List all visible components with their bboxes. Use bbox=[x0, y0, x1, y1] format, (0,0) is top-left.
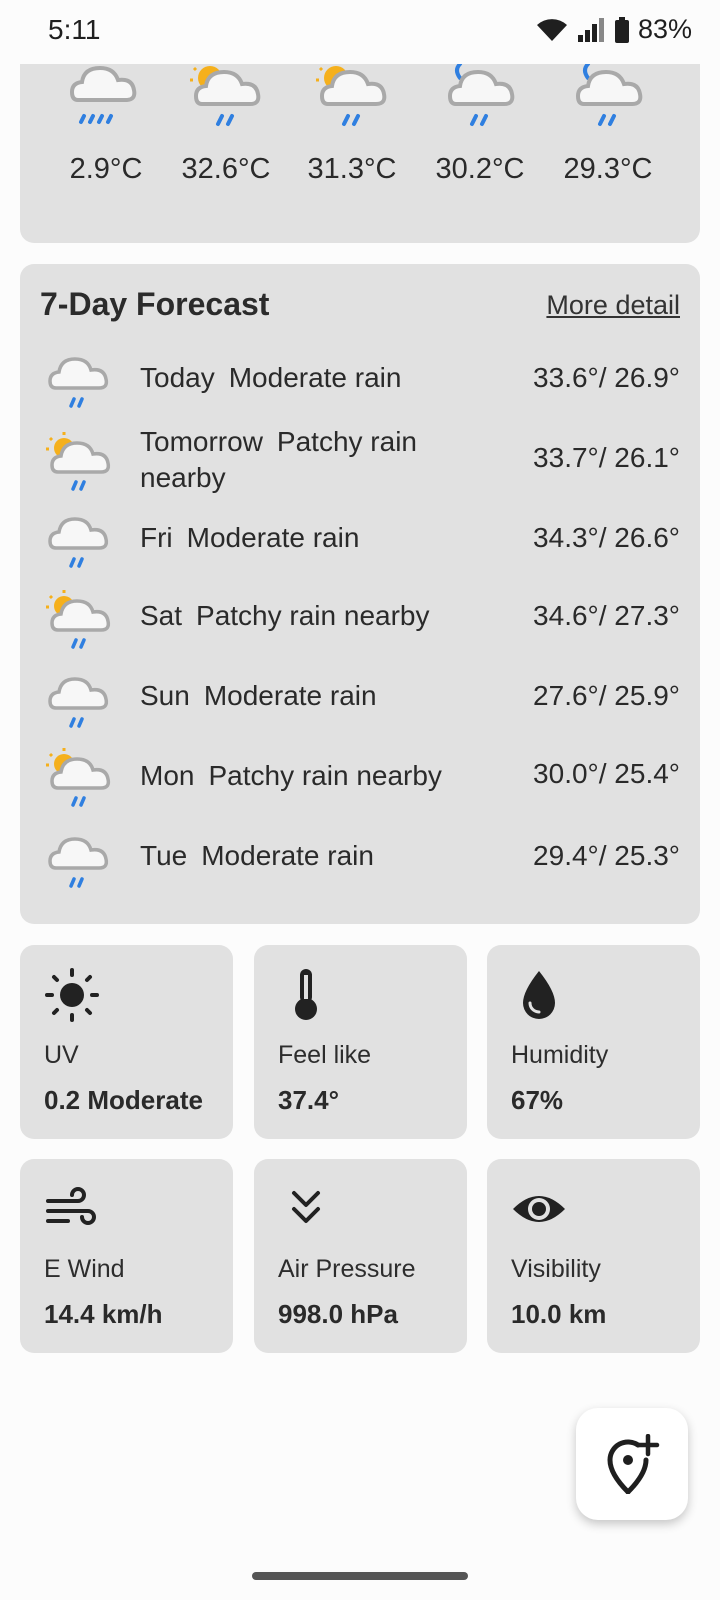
cloud-rain-icon bbox=[48, 517, 109, 568]
hourly-temp: 2.9°C bbox=[69, 153, 143, 185]
seven-day-forecast-card: 7-Day Forecast More detail Today Moderate… bbox=[20, 264, 700, 924]
uv-tile[interactable]: UV 0.2 Moderate bbox=[20, 945, 233, 1139]
forecast-label: Tomorrow Patchy rain nearby bbox=[140, 424, 470, 496]
wind-value: 14.4 km/h bbox=[44, 1299, 163, 1329]
forecast-day: Sat bbox=[140, 600, 183, 631]
uv-value: 0.2 Moderate bbox=[44, 1085, 203, 1115]
forecast-condition: Patchy rain nearby bbox=[196, 600, 430, 631]
wifi-icon bbox=[536, 18, 567, 41]
forecast-temps: 27.6°/ 25.9° bbox=[533, 680, 680, 711]
hourly-temp: 32.6°C bbox=[181, 153, 271, 185]
feel-like-tile[interactable]: Feel like 37.4° bbox=[254, 945, 467, 1139]
forecast-label: Fri Moderate rain bbox=[140, 520, 470, 556]
status-bar: 5:11 83% bbox=[0, 0, 720, 64]
air-pressure-tile[interactable]: Air Pressure 998.0 hPa bbox=[254, 1159, 467, 1353]
feel-like-label: Feel like bbox=[278, 1041, 372, 1069]
gesture-nav-bar[interactable] bbox=[252, 1572, 468, 1580]
forecast-temps: 34.6°/ 27.3° bbox=[533, 600, 680, 631]
visibility-label: Visibility bbox=[511, 1255, 601, 1283]
sun-cloud-rain-icon bbox=[46, 590, 111, 649]
status-icons: 83% bbox=[536, 14, 692, 45]
forecast-day: Mon bbox=[140, 760, 195, 791]
hourly-forecast-card[interactable]: 2.9°C 32.6°C 31.3°C 30.2°C 29.3°C bbox=[20, 40, 700, 243]
forecast-day: Tomorrow bbox=[140, 426, 263, 457]
humidity-value: 67% bbox=[511, 1085, 564, 1115]
forecast-day: Today bbox=[140, 362, 215, 393]
forecast-label: Mon Patchy rain nearby bbox=[140, 758, 470, 794]
hourly-item: 31.3°C bbox=[292, 60, 412, 186]
forecast-condition: Moderate rain bbox=[228, 362, 402, 393]
forecast-label: Tue Moderate rain bbox=[140, 838, 470, 874]
water-drop-icon bbox=[523, 971, 555, 1019]
eye-icon bbox=[513, 1196, 565, 1222]
sun-cloud-rain-icon bbox=[46, 748, 111, 807]
moon-cloud-rain-icon bbox=[575, 62, 643, 126]
battery-percent: 83% bbox=[637, 14, 692, 44]
uv-label: UV bbox=[44, 1041, 79, 1069]
hourly-item: 2.9°C bbox=[46, 60, 166, 186]
hourly-item: 30.2°C bbox=[420, 60, 540, 186]
forecast-temps: 33.6°/ 26.9° bbox=[533, 362, 680, 393]
sun-cloud-rain-icon bbox=[316, 60, 387, 126]
sun-cloud-rain-icon bbox=[190, 60, 261, 126]
battery-icon bbox=[614, 16, 629, 43]
hourly-temp: 29.3°C bbox=[563, 153, 653, 185]
forecast-label: Sat Patchy rain nearby bbox=[140, 598, 470, 634]
cloud-rain-icon bbox=[48, 837, 109, 888]
visibility-value: 10.0 km bbox=[511, 1299, 607, 1329]
sun-icon bbox=[45, 968, 99, 1022]
visibility-tile[interactable]: Visibility 10.0 km bbox=[487, 1159, 700, 1353]
hourly-temp: 31.3°C bbox=[307, 153, 397, 185]
forecast-day: Sun bbox=[140, 680, 190, 711]
forecast-label: Sun Moderate rain bbox=[140, 678, 470, 714]
forecast-temps: 30.0°/ 25.4° bbox=[533, 758, 680, 789]
forecast-condition: Patchy rain nearby bbox=[208, 760, 442, 791]
signal-icon bbox=[577, 17, 604, 42]
forecast-temps: 34.3°/ 26.6° bbox=[533, 522, 680, 553]
thermometer-icon bbox=[295, 969, 317, 1020]
forecast-condition: Moderate rain bbox=[203, 680, 377, 711]
forecast-condition: Moderate rain bbox=[201, 840, 374, 871]
forecast-condition: Moderate rain bbox=[186, 522, 360, 553]
cloud-rain-icon bbox=[69, 65, 137, 124]
forecast-title: 7-Day Forecast bbox=[40, 286, 270, 322]
forecast-day: Tue bbox=[140, 840, 188, 871]
double-chevron-down-icon bbox=[292, 1191, 320, 1223]
forecast-day: Fri bbox=[140, 522, 173, 553]
add-location-button[interactable] bbox=[576, 1408, 688, 1520]
more-detail-link[interactable]: More detail bbox=[546, 290, 680, 321]
moon-cloud-rain-icon bbox=[447, 62, 515, 126]
wind-icon bbox=[46, 1187, 96, 1225]
feel-like-value: 37.4° bbox=[278, 1085, 340, 1115]
sun-cloud-rain-icon bbox=[46, 432, 111, 491]
forecast-temps: 33.7°/ 26.1° bbox=[533, 442, 680, 473]
humidity-tile[interactable]: Humidity 67% bbox=[487, 945, 700, 1139]
air-pressure-label: Air Pressure bbox=[278, 1255, 416, 1283]
cloud-rain-icon bbox=[48, 677, 109, 728]
forecast-temps: 29.4°/ 25.3° bbox=[533, 840, 680, 871]
wind-tile[interactable]: E Wind 14.4 km/h bbox=[20, 1159, 233, 1353]
air-pressure-value: 998.0 hPa bbox=[278, 1299, 398, 1329]
hourly-temp: 30.2°C bbox=[435, 153, 525, 185]
hourly-item: 29.3°C bbox=[548, 60, 668, 186]
wind-label: E Wind bbox=[44, 1255, 125, 1283]
forecast-label: Today Moderate rain bbox=[140, 360, 470, 396]
hourly-item: 32.6°C bbox=[166, 60, 286, 186]
add-location-icon bbox=[607, 1434, 660, 1494]
status-time: 5:11 bbox=[48, 14, 101, 45]
humidity-label: Humidity bbox=[511, 1041, 609, 1069]
cloud-rain-icon bbox=[48, 357, 109, 408]
